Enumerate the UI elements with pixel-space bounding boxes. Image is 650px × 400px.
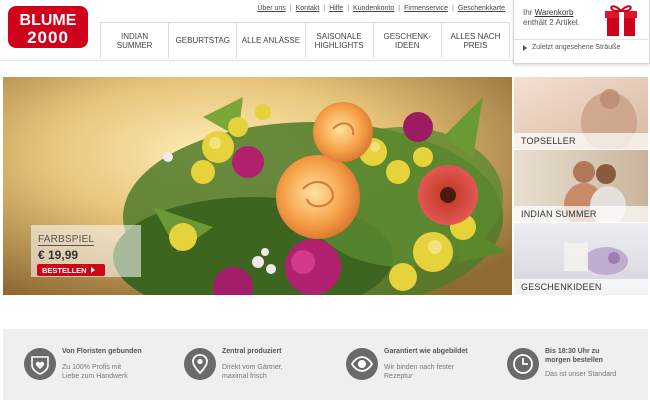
tile-label-topseller: TOPSELLER	[514, 133, 648, 149]
hero-product-price: € 19,99	[38, 248, 79, 262]
recently-viewed-link[interactable]: Zuletzt angesehene Sträuße	[523, 44, 620, 51]
topnav-link-firmenservice[interactable]: Firmenservice	[404, 5, 448, 12]
nav-item-alle-anlaesse[interactable]: ALLE ANLÄSSE	[237, 23, 306, 58]
logo-text-line2: 2000	[27, 28, 69, 47]
nav-item-indian-summer[interactable]: INDIAN SUMMER	[101, 23, 170, 58]
tile-geschenkideen[interactable]: GESCHENKIDEEN	[514, 223, 648, 295]
location-pin-icon	[184, 348, 216, 380]
topnav-link-hilfe[interactable]: Hilfe	[329, 5, 343, 12]
nav-item-geschenkideen[interactable]: GESCHENK- IDEEN	[373, 23, 442, 58]
topnav-link-ueber-uns[interactable]: Über uns	[257, 5, 285, 12]
tile-label-indian-summer: INDIAN SUMMER	[514, 206, 648, 222]
gift-box-icon[interactable]	[603, 2, 639, 37]
nav-item-alles-nach-preis[interactable]: ALLES NACH PREIS	[441, 23, 511, 58]
tile-label-geschenkideen: GESCHENKIDEEN	[514, 279, 648, 295]
cart-summary: Ihr Warenkorb enthält 2 Artikel.	[523, 8, 580, 27]
topnav-link-kundenkonto[interactable]: Kundenkonto	[353, 5, 394, 12]
main-category-nav: INDIAN SUMMER GEBURTSTAG ALLE ANLÄSSE SAI…	[100, 22, 511, 58]
arrow-right-icon	[90, 267, 95, 273]
cart-link[interactable]: Warenkorb	[535, 8, 574, 17]
header-divider	[0, 60, 514, 61]
cart-count-text: enthält 2 Artikel.	[523, 18, 580, 27]
hero-product-name[interactable]: FARBSPIEL	[38, 234, 95, 246]
topnav-link-kontakt[interactable]: Kontakt	[296, 5, 320, 12]
heart-icon	[24, 348, 56, 380]
clock-icon	[507, 348, 539, 380]
usp-feature-bar: Von Floristen gebunden Zu 100% Profis mi…	[3, 329, 648, 400]
logo-text-line1: BLUME	[20, 12, 77, 29]
nav-item-geburtstag[interactable]: GEBURTSTAG	[169, 23, 238, 58]
triangle-right-icon	[523, 44, 527, 51]
top-utility-nav: Über uns | Kontakt | Hilfe | Kundenkonto | F…	[257, 5, 505, 12]
topnav-link-geschenkkarte[interactable]: Geschenkkarte	[458, 5, 505, 12]
cart-widget: Ihr Warenkorb enthält 2 Artikel. Zuletzt…	[513, 0, 650, 64]
blume2000-logo[interactable]: BLUME 2000	[8, 6, 88, 48]
tile-topseller[interactable]: TOPSELLER	[514, 77, 648, 149]
tile-indian-summer[interactable]: INDIAN SUMMER	[514, 150, 648, 222]
eye-icon	[346, 348, 378, 380]
nav-item-saisonale-highlights[interactable]: SAISONALE HIGHLIGHTS	[305, 23, 374, 58]
hero-offer-box: FARBSPIEL € 19,99 BESTELLEN	[31, 225, 141, 277]
hero-banner[interactable]: FARBSPIEL € 19,99 BESTELLEN	[3, 77, 512, 295]
order-button[interactable]: BESTELLEN	[37, 264, 105, 276]
